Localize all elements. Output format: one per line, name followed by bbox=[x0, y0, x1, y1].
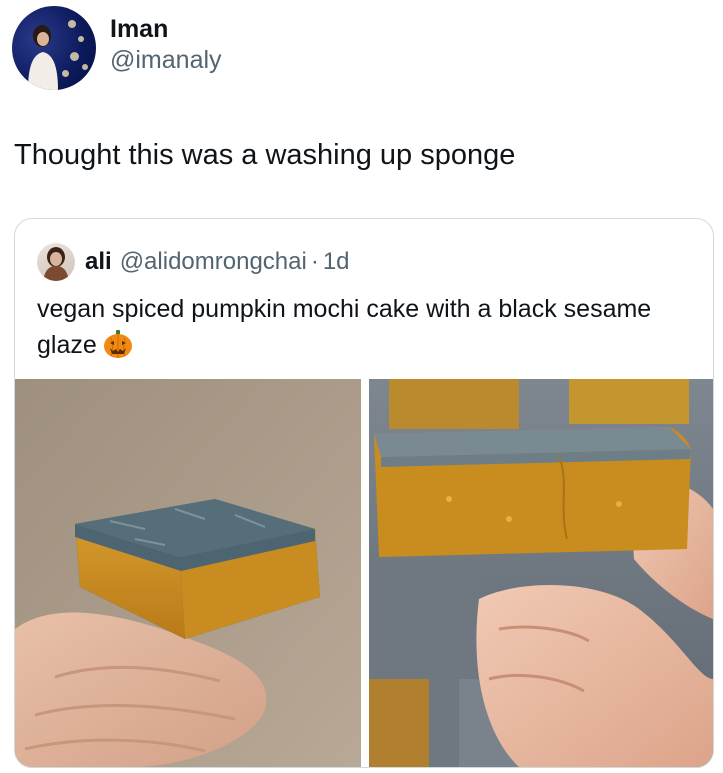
author-handle[interactable]: @imanaly bbox=[110, 44, 222, 76]
quoted-author-avatar[interactable] bbox=[37, 243, 75, 281]
quoted-avatar-image bbox=[43, 247, 69, 281]
author-display-name[interactable]: Iman bbox=[110, 14, 222, 44]
separator-dot: · bbox=[310, 248, 319, 275]
quoted-timestamp[interactable]: 1d bbox=[323, 248, 350, 276]
tweet-header: Iman @imanaly bbox=[12, 6, 222, 90]
quoted-handle[interactable]: @alidomrongchai bbox=[120, 248, 307, 276]
mochi-cake-bitten-illustration bbox=[369, 379, 713, 767]
quoted-tweet-text: vegan spiced pumpkin mochi cake with a b… bbox=[37, 291, 687, 363]
jack-o-lantern-icon bbox=[103, 330, 132, 358]
mochi-cake-photo-whole[interactable] bbox=[15, 379, 361, 767]
quoted-media-grid[interactable] bbox=[15, 379, 713, 767]
quoted-tweet-card[interactable]: ali @alidomrongchai · 1d vegan spiced pu… bbox=[14, 218, 714, 768]
author-avatar[interactable] bbox=[12, 6, 96, 90]
mochi-cake-photo-bitten[interactable] bbox=[369, 379, 713, 767]
person-silhouette bbox=[28, 25, 58, 90]
quoted-tweet-header: ali @alidomrongchai · 1d bbox=[37, 243, 350, 281]
mochi-cake-whole-illustration bbox=[15, 379, 361, 767]
quoted-display-name[interactable]: ali bbox=[85, 248, 112, 276]
tweet-text: Thought this was a washing up sponge bbox=[14, 139, 516, 171]
